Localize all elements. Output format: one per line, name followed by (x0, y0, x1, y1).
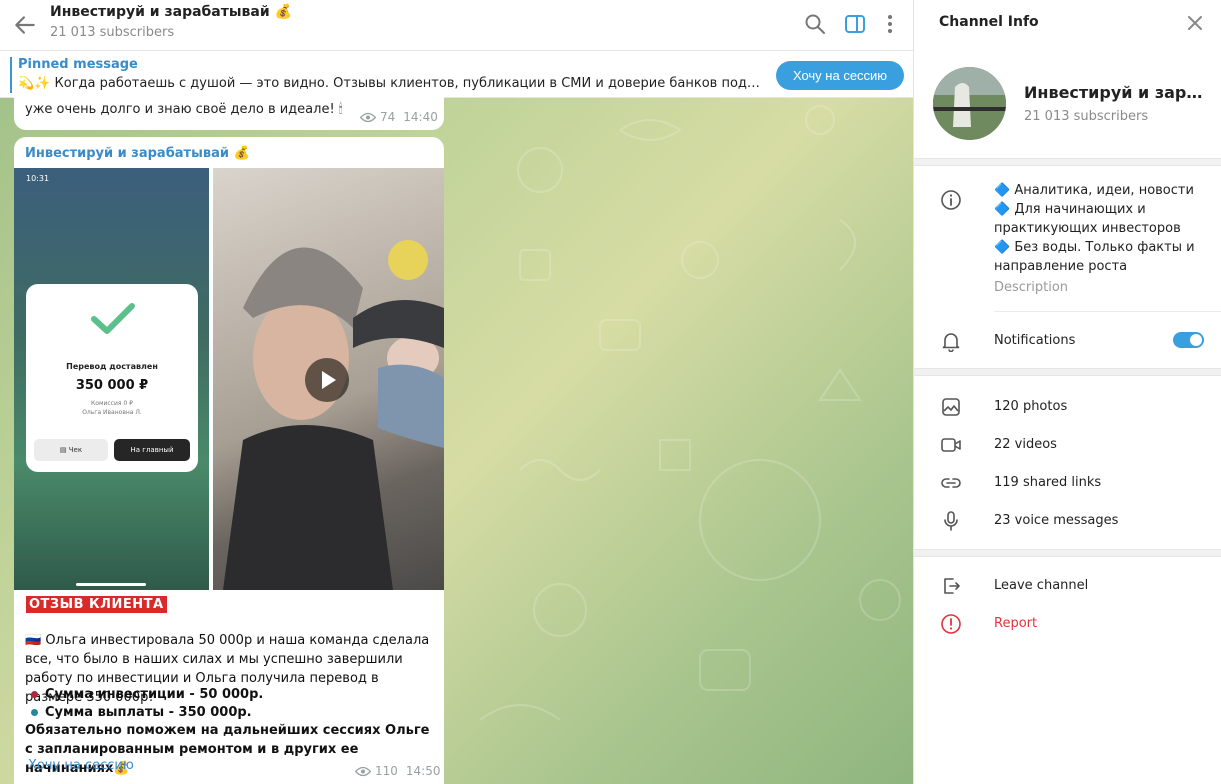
info-icon (941, 190, 961, 210)
link-icon (941, 478, 961, 488)
leave-channel-button[interactable]: Leave channel (994, 578, 1088, 593)
channel-subscribers: 21 013 subscribers (1024, 109, 1149, 124)
message-bubble: Инвестируй и зарабатывай 💰 10:31 Перевод… (14, 137, 444, 784)
channel-name: Инвестируй и зарабатывай 💰 (1024, 83, 1209, 102)
phone-home-bar (76, 583, 146, 586)
previous-message-time: 14:40 (403, 110, 438, 124)
previous-message-meta: 74 14:40 (360, 110, 438, 124)
chat-subscribers: 21 013 subscribers (50, 25, 175, 40)
previous-message: уже очень долго и знаю своё дело в идеал… (14, 96, 444, 130)
section-divider (914, 549, 1221, 557)
pinned-text: 💫✨ Когда работаешь с душой — это видно. … (18, 76, 766, 91)
receipt-amount: 350 000 ₽ (75, 378, 149, 393)
message-views: 110 (375, 764, 398, 778)
voice-messages-link[interactable]: 23 voice messages (994, 513, 1118, 528)
video-icon (941, 438, 961, 452)
microphone-icon (944, 511, 958, 531)
video-thumbnail[interactable] (213, 168, 444, 590)
videos-link[interactable]: 22 videos (994, 437, 1057, 452)
bullet-investment-text: Сумма инвестиции - 50 000р. (45, 687, 264, 702)
chat-header: Инвестируй и зарабатывай 💰 21 013 subscr… (0, 0, 913, 51)
avatar-image (933, 67, 1006, 140)
document-icon: ▤ (59, 446, 69, 454)
previous-message-text: уже очень долго и знаю своё дело в идеал… (25, 102, 343, 117)
pinned-title: Pinned message (18, 57, 138, 72)
photos-link[interactable]: 120 photos (994, 399, 1067, 414)
channel-info-panel: Channel Info Инвестируй и зарабатывай 💰 … (913, 0, 1221, 784)
description-line-3: 🔷 Без воды. Только факты и направление р… (994, 240, 1195, 274)
receipt-home-button: На главный (114, 439, 190, 461)
bullet-payout-text: Сумма выплаты - 350 000р. (45, 705, 252, 720)
message-author[interactable]: Инвестируй и зарабатывай 💰 (25, 146, 250, 161)
pinned-indicator (10, 57, 12, 93)
play-icon (322, 371, 336, 389)
notifications-toggle[interactable] (1173, 332, 1204, 348)
channel-avatar[interactable] (933, 67, 1006, 140)
divider-line (994, 311, 1221, 312)
photo-icon (942, 398, 960, 416)
bullet-dot-teal (31, 709, 38, 716)
pinned-action-button[interactable]: Хочу на сессию (776, 61, 904, 90)
description-line-1: 🔷 Аналитика, идеи, новости (994, 183, 1194, 198)
phone-status-time: 10:31 (26, 174, 50, 183)
description-line-2: 🔷 Для начинающих и практикующих инвестор… (994, 202, 1181, 236)
bullet-payout: Сумма выплаты - 350 000р. (25, 703, 435, 722)
more-vertical-icon[interactable] (878, 12, 902, 36)
panel-title: Channel Info (939, 14, 1039, 30)
receipt-screenshot[interactable]: 10:31 Перевод доставлен 350 000 ₽ Комисс… (14, 168, 209, 590)
section-divider (914, 158, 1221, 166)
bullet-dot-red (31, 691, 38, 698)
pinned-message[interactable]: Pinned message 💫✨ Когда работаешь с душо… (0, 51, 913, 98)
toggle-knob (1190, 334, 1202, 346)
notifications-label[interactable]: Notifications (994, 333, 1075, 348)
bullet-investment: Сумма инвестиции - 50 000р. (25, 685, 435, 704)
receipt-check-label: Чек (68, 446, 83, 454)
previous-message-views: 74 (380, 110, 396, 124)
section-divider (914, 368, 1221, 376)
sidebar-toggle-icon[interactable] (843, 12, 867, 36)
views-icon (360, 112, 376, 122)
shared-links-link[interactable]: 119 shared links (994, 475, 1101, 490)
receipt-recipient: Ольга Ивановна Л. (82, 409, 142, 416)
description-label: Description (994, 280, 1069, 295)
play-button[interactable] (305, 358, 349, 402)
report-icon (941, 614, 961, 634)
message-meta: 110 14:50 (355, 764, 441, 778)
receipt-title: Перевод доставлен (66, 362, 158, 371)
receipt-check-button: ▤ Чек (34, 439, 108, 461)
chat-title[interactable]: Инвестируй и зарабатывай 💰 (50, 4, 292, 20)
review-tag: ОТЗЫВ КЛИЕНТА (26, 596, 167, 613)
views-icon (355, 766, 371, 776)
close-icon[interactable] (1186, 14, 1204, 32)
receipt-commission: Комиссия 0 ₽ (91, 400, 133, 407)
report-button[interactable]: Report (994, 616, 1037, 631)
receipt-card: Перевод доставлен 350 000 ₽ Комиссия 0 ₽… (26, 284, 198, 472)
message-time: 14:50 (405, 764, 441, 778)
chat-area: Инвестируй и зарабатывай 💰 21 013 subscr… (0, 0, 913, 784)
back-arrow-icon[interactable] (12, 12, 38, 38)
checkmark-icon (91, 303, 135, 334)
message-link[interactable]: Хочу на сессию (28, 758, 134, 773)
bell-icon (942, 333, 960, 352)
leave-icon (944, 578, 960, 594)
channel-description: 🔷 Аналитика, идеи, новости 🔷 Для начинаю… (994, 181, 1204, 276)
search-icon[interactable] (803, 12, 827, 36)
